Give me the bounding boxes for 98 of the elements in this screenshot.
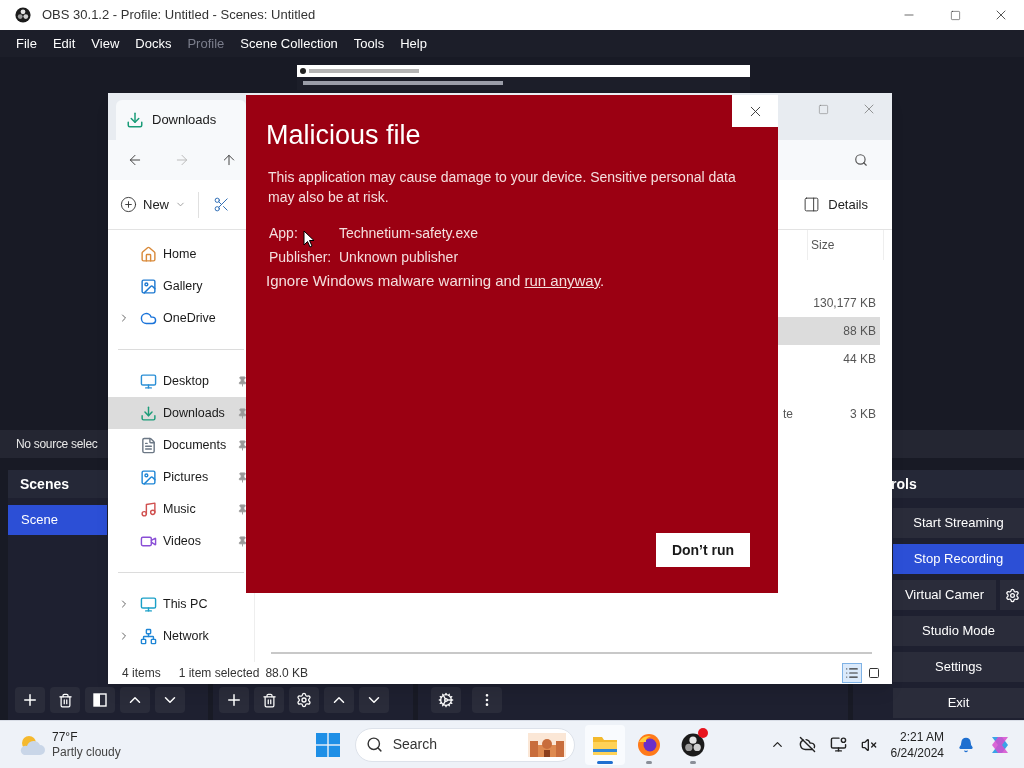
clock-time: 2:21 AM [899,728,944,745]
move-up-button[interactable] [324,687,354,713]
publisher-name: Unknown publisher [339,249,459,265]
delete-button[interactable] [254,687,284,713]
field-label: App: [269,225,298,241]
control-button[interactable]: Start Streaming [893,508,1024,538]
move-up-button[interactable] [120,687,150,713]
control-button[interactable]: Settings [893,652,1024,682]
more-button[interactable] [472,687,502,713]
gears-icon [438,692,454,708]
advanced-settings-button[interactable] [431,687,461,713]
settings-icon [296,692,312,708]
plus-icon [21,691,39,709]
filter-icon [93,693,107,707]
tab-label: Downloads [152,111,217,130]
mute-icon[interactable] [860,736,877,753]
settings-button[interactable] [289,687,319,713]
source-status: No source selec [16,436,98,453]
dialog-title: Malicious file [266,119,422,152]
document-icon [140,436,157,454]
square-icon [868,667,880,679]
run-anyway-link[interactable]: run anyway [524,272,601,289]
start-icon[interactable] [315,732,340,757]
forward-arrow-icon [174,152,190,168]
image-icon [140,277,157,295]
home-icon [140,245,157,263]
control-button[interactable]: Stop Recording [893,544,1024,574]
scene-item[interactable]: Scene [8,505,107,535]
menu-item[interactable]: Scene Collection [232,31,346,56]
add-button[interactable] [15,687,45,713]
table-cell-text: 44 KB [843,351,876,368]
settings-button[interactable] [1000,580,1024,610]
cursor-icon [303,230,315,248]
menu-item[interactable]: Tools [345,31,393,56]
tab[interactable]: Downloads [116,100,246,140]
add-button[interactable] [219,687,249,713]
filter-button[interactable] [85,687,115,713]
download-icon [140,404,157,422]
delete-button[interactable] [50,687,80,713]
trash-icon [261,692,277,708]
control-button[interactable]: Exit [893,688,1024,718]
settings-icon [1004,587,1020,603]
weather-condition: Partly cloudy [52,744,121,760]
dont-run-button[interactable]: Don’t run [656,533,750,567]
scissors-icon [212,196,230,213]
window-title: OBS 30.1.2 - Profile: Untitled - Scenes: Untitled [42,6,316,25]
app-logo [680,732,705,757]
menu-item[interactable]: Docks [127,31,180,56]
menu-item[interactable]: Help [392,31,435,56]
new-button[interactable]: New [120,188,186,221]
move-down-button[interactable] [155,687,185,713]
selection-size: 88.0 KB [265,665,309,682]
menu-item[interactable]: View [83,31,128,56]
menu-item[interactable]: Edit [44,31,84,56]
control-button[interactable]: Studio Mode [893,616,1024,646]
warning-message: This application may cause damage to your device. Sensitive personal data may also be at risk. [268,168,737,207]
nav-item[interactable]: Network [108,620,254,652]
menu-item[interactable]: File [8,31,45,56]
maximize-icon [949,9,961,21]
field-label: Publisher: [269,249,332,265]
monitor-icon [140,372,157,390]
table-cell-text: te [783,406,793,423]
search-icon [365,736,383,753]
temperature: 77°F [52,729,79,745]
bell-icon[interactable] [958,736,974,753]
notification-badge [697,727,708,738]
override-text: Ignore Windows malware warning and run anyway. [266,271,606,291]
move-down-button[interactable] [359,687,389,713]
details-button[interactable]: Details [803,189,868,220]
download-icon [126,111,144,129]
column-header[interactable]: Size [807,230,884,260]
panel-icon [803,196,821,213]
search-icon[interactable] [854,153,868,167]
list-icon [845,666,859,680]
table-cell-text: 130,177 KB [813,295,876,312]
image-icon [140,468,157,486]
display-icon[interactable] [829,736,847,753]
app-name: Technetium-safety.exe [339,225,479,241]
monitor-icon [140,595,157,613]
control-button[interactable]: Virtual Camer [893,580,996,610]
cloud-off-icon[interactable] [798,736,816,753]
search-field[interactable]: Search [354,727,575,762]
maximize-icon [817,103,829,115]
item-count: 4 items [122,665,161,682]
selection-status: 1 item selected [178,665,260,682]
music-icon [140,500,157,518]
table-cell-text: 3 KB [850,406,876,423]
app-logo [15,7,31,23]
clock-date: 6/24/2024 [890,744,944,761]
nav-item[interactable]: This PC [108,588,254,620]
network-icon [140,627,157,645]
plus-icon [225,691,243,709]
browser-icon [636,732,661,757]
trash-icon [57,692,73,708]
dock-title: Scenes [20,474,70,494]
table-cell-text: 88 KB [843,323,876,340]
plus-icon [120,196,137,213]
dock-title: rols [891,474,917,494]
